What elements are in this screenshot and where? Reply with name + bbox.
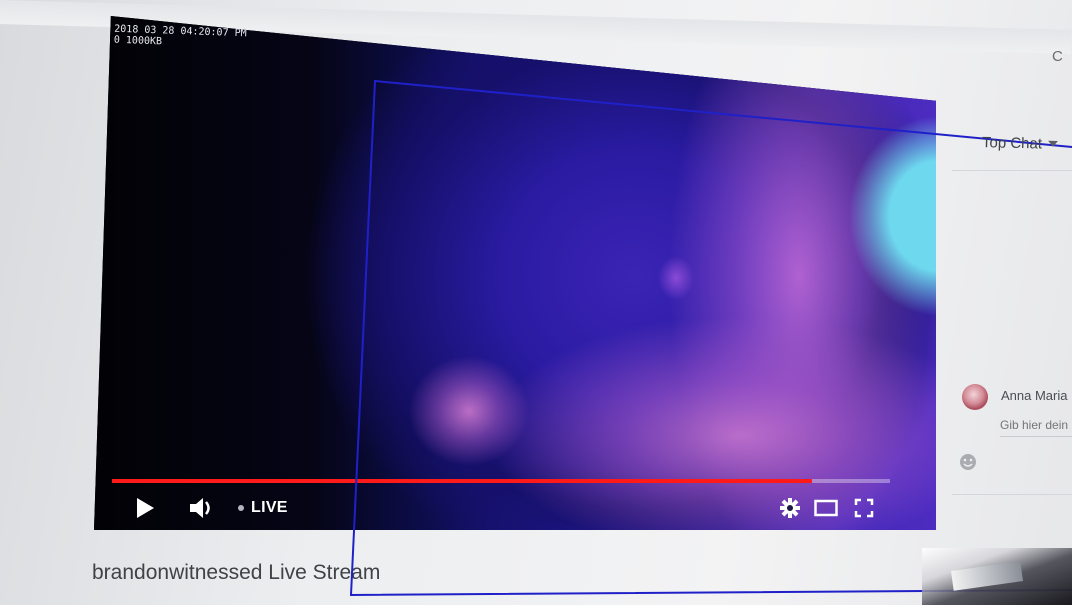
theater-mode-button[interactable] (812, 494, 840, 522)
theater-mode-icon (814, 499, 838, 517)
avatar (962, 384, 988, 410)
progress-bar[interactable] (112, 479, 890, 483)
chat-filter-dropdown[interactable]: Top Chat (982, 131, 1059, 155)
chat-message-input[interactable] (1000, 416, 1072, 434)
emoji-icon (960, 454, 976, 470)
fullscreen-icon (854, 498, 874, 518)
live-badge: LIVE (238, 494, 288, 522)
play-button[interactable] (132, 494, 158, 522)
settings-button[interactable] (778, 494, 802, 522)
chat-divider (952, 494, 1072, 495)
volume-button[interactable] (186, 494, 220, 522)
thumbnail-image-detail (950, 561, 1024, 591)
chat-divider (952, 170, 1072, 171)
video-title: brandonwitnessed Live Stream (92, 561, 381, 584)
related-video-thumbnail[interactable] (922, 548, 1072, 605)
player-controls: LIVE (112, 494, 890, 522)
emoji-button[interactable] (958, 452, 978, 472)
video-frame (94, 16, 936, 530)
live-label: LIVE (251, 499, 288, 516)
chat-input-underline (1000, 436, 1072, 437)
volume-icon (190, 498, 210, 518)
progress-bar-fill (112, 479, 813, 483)
header-partial-text: C (1052, 48, 1063, 65)
dropdown-caret-icon (1048, 140, 1059, 147)
settings-icon (780, 498, 800, 518)
live-dot-icon (238, 505, 244, 511)
play-icon (137, 498, 154, 518)
chat-filter-label: Top Chat (981, 133, 1043, 153)
fullscreen-button[interactable] (852, 494, 876, 522)
video-player[interactable]: 2018 03 28 04:20:07 PM 0 1000KB LIVE (94, 16, 936, 530)
chat-author-name: Anna Maria (1001, 388, 1068, 403)
